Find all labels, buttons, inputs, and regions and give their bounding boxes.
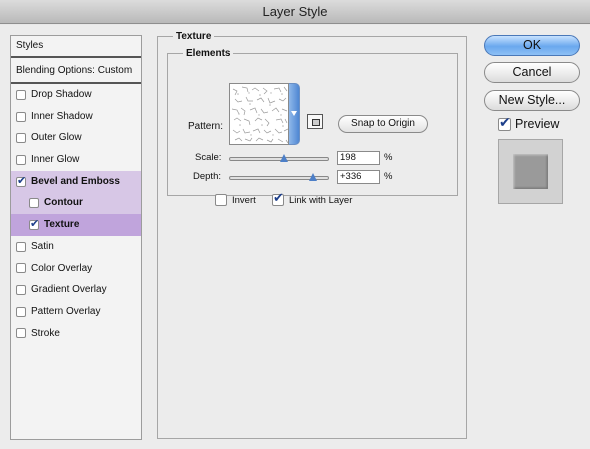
link-with-layer-option[interactable]: Link with Layer: [272, 191, 353, 206]
style-item-label: Bevel and Emboss: [31, 175, 120, 187]
scale-slider-thumb[interactable]: [280, 154, 288, 162]
style-item-label: Pattern Overlay: [31, 305, 101, 317]
elements-group: Elements Pattern: Snap to Origin Scale: …: [167, 48, 458, 196]
style-item-gradient-overlay[interactable]: Gradient Overlay: [11, 279, 141, 301]
style-item-label: Texture: [44, 219, 80, 231]
style-item-inner-shadow[interactable]: Inner Shadow: [11, 106, 141, 128]
window-title: Layer Style: [0, 0, 590, 24]
style-item-outer-glow[interactable]: Outer Glow: [11, 127, 141, 149]
style-item-label: Satin: [31, 240, 54, 252]
pattern-label: Pattern:: [188, 121, 224, 132]
scale-unit: %: [384, 152, 393, 163]
style-item-label: Drop Shadow: [31, 89, 92, 100]
style-item-label: Inner Glow: [31, 154, 80, 166]
texture-group: Texture Elements Pattern: Snap to Origin…: [157, 31, 467, 439]
style-item-label: Stroke: [31, 327, 60, 339]
ok-button[interactable]: OK: [484, 35, 580, 56]
pattern-texture-image: [231, 86, 288, 144]
styles-header[interactable]: Styles: [11, 36, 141, 58]
style-item-stroke[interactable]: Stroke: [11, 323, 141, 345]
link-with-layer-label: Link with Layer: [289, 194, 353, 206]
drop-shadow-checkbox[interactable]: [16, 89, 26, 100]
color-overlay-checkbox[interactable]: [16, 263, 26, 274]
invert-label: Invert: [232, 194, 256, 206]
preview-label: Preview: [515, 117, 560, 131]
style-item-satin[interactable]: Satin: [11, 236, 141, 258]
new-style-button[interactable]: New Style...: [484, 90, 580, 111]
depth-unit: %: [384, 171, 393, 182]
style-item-pattern-overlay[interactable]: Pattern Overlay: [11, 301, 141, 323]
snap-to-origin-button[interactable]: Snap to Origin: [338, 115, 428, 133]
style-item-label: Gradient Overlay: [31, 284, 107, 296]
elements-group-title: Elements: [183, 48, 234, 59]
scale-label: Scale:: [195, 152, 222, 163]
outer-glow-checkbox[interactable]: [16, 133, 26, 144]
inner-shadow-checkbox[interactable]: [16, 111, 26, 122]
invert-checkbox[interactable]: [215, 194, 227, 206]
new-preset-icon[interactable]: [307, 114, 323, 129]
style-item-bevel-emboss[interactable]: Bevel and Emboss: [11, 170, 141, 193]
style-item-contour[interactable]: Contour: [11, 192, 141, 215]
style-item-label: Inner Shadow: [31, 110, 93, 122]
style-item-label: Contour: [44, 197, 83, 209]
satin-checkbox[interactable]: [16, 241, 26, 252]
contour-checkbox[interactable]: [29, 198, 39, 209]
preview-swatch: [513, 154, 548, 189]
depth-label: Depth:: [193, 171, 221, 182]
preview-option[interactable]: Preview: [498, 115, 560, 131]
styles-list: Styles Blending Options: Custom Drop Sha…: [10, 35, 142, 440]
texture-checkbox[interactable]: [29, 217, 39, 231]
invert-option[interactable]: Invert: [215, 194, 256, 206]
dropdown-arrow-icon: [291, 111, 297, 116]
style-item-label: Color Overlay: [31, 262, 93, 274]
style-item-drop-shadow[interactable]: Drop Shadow: [11, 84, 141, 106]
link-with-layer-checkbox[interactable]: [272, 191, 284, 206]
gradient-overlay-checkbox[interactable]: [16, 285, 26, 296]
pattern-picker-dropdown[interactable]: [289, 83, 300, 145]
dialog-body: Styles Blending Options: Custom Drop Sha…: [0, 25, 590, 449]
pattern-overlay-checkbox[interactable]: [16, 306, 26, 317]
style-item-label: Outer Glow: [31, 132, 82, 144]
blending-options-item[interactable]: Blending Options: Custom: [11, 60, 141, 84]
cancel-button[interactable]: Cancel: [484, 62, 580, 83]
scale-input[interactable]: 198: [337, 151, 380, 165]
inner-glow-checkbox[interactable]: [16, 154, 26, 165]
texture-group-title: Texture: [173, 31, 215, 42]
scale-slider-track[interactable]: [229, 157, 329, 161]
style-item-color-overlay[interactable]: Color Overlay: [11, 258, 141, 280]
preview-checkbox[interactable]: [498, 115, 511, 131]
depth-slider-thumb[interactable]: [309, 173, 317, 181]
bevel-emboss-checkbox[interactable]: [16, 174, 26, 188]
depth-input[interactable]: +336: [337, 170, 380, 184]
style-item-texture[interactable]: Texture: [11, 214, 141, 236]
style-item-inner-glow[interactable]: Inner Glow: [11, 149, 141, 171]
pattern-swatch[interactable]: [229, 83, 289, 145]
stroke-checkbox[interactable]: [16, 328, 26, 339]
style-preview-thumbnail: [498, 139, 563, 204]
